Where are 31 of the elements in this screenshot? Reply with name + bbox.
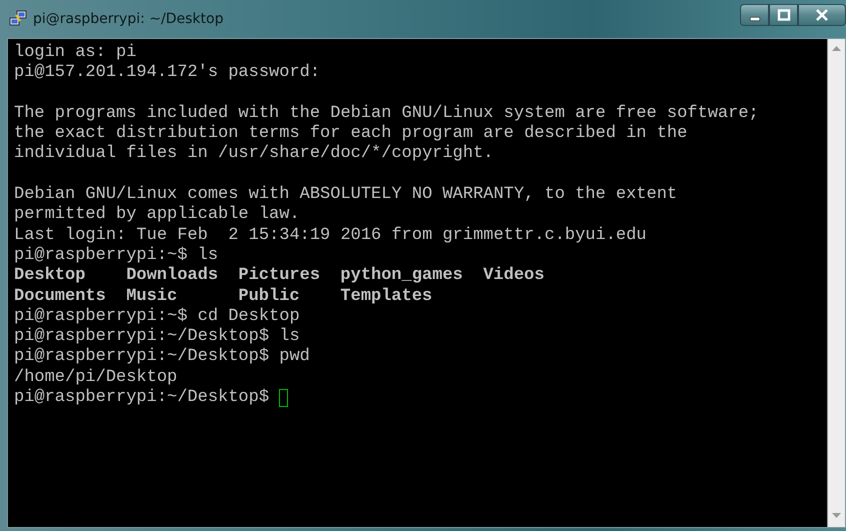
- directory-name: Templates: [340, 286, 434, 307]
- directory-name: Music: [126, 286, 178, 307]
- maximize-icon: [776, 9, 790, 21]
- terminal-line: pi@raspberrypi:~/Desktop$ pwd: [14, 347, 310, 368]
- minimize-icon: [750, 17, 760, 21]
- directory-name: python_games: [340, 266, 464, 287]
- terminal-line: pi@raspberrypi:~$ cd Desktop: [14, 306, 300, 328]
- window-title: pi@raspberrypi: ~/Desktop: [33, 11, 224, 27]
- terminal-line: pi@raspberrypi:~$ ls: [14, 246, 218, 266]
- directory-name: Desktop: [14, 266, 86, 287]
- computers-icon: [9, 10, 27, 28]
- maximize-button[interactable]: [769, 4, 798, 26]
- terminal-line: permitted by applicable law.: [14, 205, 300, 226]
- directory-name: Videos: [483, 266, 546, 287]
- directory-name: Public: [238, 286, 301, 307]
- terminal-line: pi@raspberrypi:~/Desktop$: [14, 388, 270, 408]
- close-icon: [815, 9, 829, 21]
- terminal-line: The programs included with the Debian GNU/Linux system are free software;: [14, 104, 759, 124]
- directory-name: Downloads: [126, 266, 220, 287]
- terminal-line: pi@raspberrypi:~/Desktop$ ls: [14, 327, 300, 348]
- terminal-line: the exact distribution terms for each program are described in the: [14, 124, 688, 144]
- terminal-line: /home/pi/Desktop: [14, 368, 178, 388]
- terminal-line: individual files in /usr/share/doc/*/copyright.: [14, 144, 494, 165]
- close-button[interactable]: [798, 4, 846, 26]
- directory-name: Documents: [14, 286, 107, 307]
- terminal-line: Last login: Tue Feb 2 15:34:19 2016 from grimmettr.c.byui.edu: [14, 226, 647, 246]
- terminal-line: login as: pi: [14, 43, 136, 64]
- directory-name: Pictures: [238, 266, 322, 287]
- minimize-button[interactable]: [740, 4, 769, 26]
- terminal-line: Debian GNU/Linux comes with ABSOLUTELY NO WARRANTY, to the extent: [14, 185, 678, 206]
- terminal-line: pi@157.201.194.172's password:: [14, 63, 320, 84]
